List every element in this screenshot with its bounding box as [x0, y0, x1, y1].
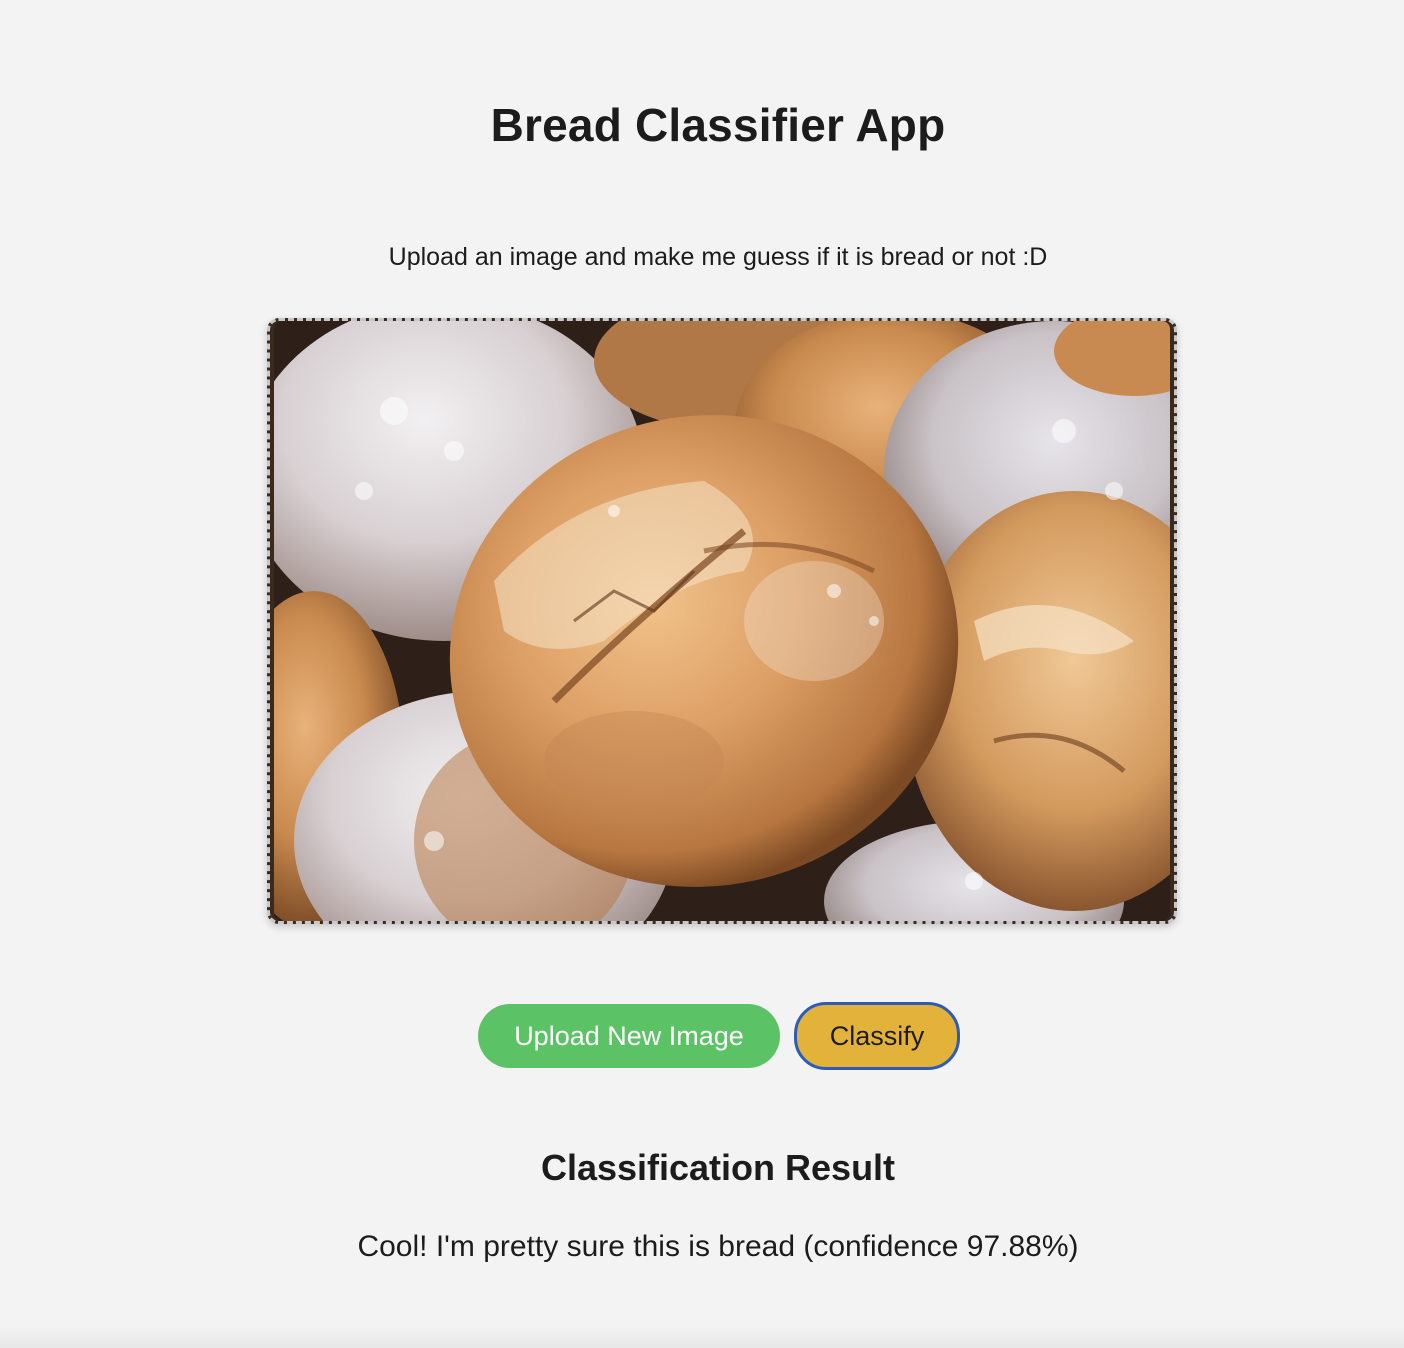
app-container: Bread Classifier App Upload an image and…: [0, 0, 1404, 1348]
result-heading: Classification Result: [540, 1147, 896, 1188]
image-dropzone[interactable]: [267, 318, 1177, 924]
bottom-edge-shadow: [0, 1326, 1404, 1348]
result-message: Cool! I'm pretty sure this is bread (con…: [357, 1230, 1079, 1263]
page-subtitle: Upload an image and make me guess if it …: [388, 243, 1048, 271]
classify-button[interactable]: Classify: [794, 1002, 960, 1070]
upload-new-image-button[interactable]: Upload New Image: [478, 1004, 780, 1068]
page-title: Bread Classifier App: [490, 99, 946, 151]
image-preview: [274, 321, 1170, 921]
